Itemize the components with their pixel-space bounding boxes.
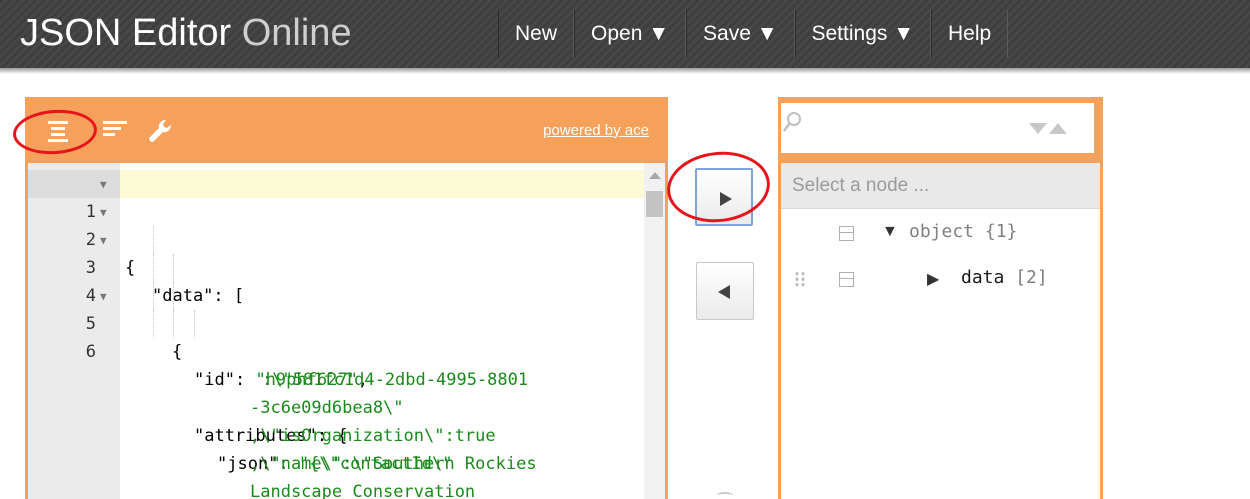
search-next-icon[interactable] bbox=[1029, 123, 1047, 134]
menu-save[interactable]: Save ▼ bbox=[686, 10, 795, 58]
search-icon[interactable] bbox=[782, 111, 802, 135]
search-box bbox=[781, 103, 1094, 153]
header-shadow bbox=[0, 68, 1250, 74]
fold-arrow-icon[interactable]: ▼ bbox=[100, 283, 107, 311]
fold-arrow-icon[interactable]: ▼ bbox=[100, 227, 107, 255]
search-input[interactable] bbox=[807, 113, 1017, 141]
search-previous-icon[interactable] bbox=[1049, 123, 1067, 134]
tree-search-bar bbox=[781, 100, 1100, 163]
code-lines: 1 ▼ { 2 ▼ "data": [ 3 ▼ { 4 "id": "h9phf… bbox=[28, 170, 644, 499]
menu-help[interactable]: Help bbox=[931, 10, 1009, 58]
node-label: data [2] bbox=[961, 267, 1048, 288]
node-count: [2] bbox=[1015, 267, 1048, 288]
fold-arrow-icon[interactable]: ▼ bbox=[100, 171, 107, 199]
fold-arrow-icon[interactable]: ▼ bbox=[100, 199, 107, 227]
code-line-wrapped: ,\"isOrganization\":true bbox=[28, 394, 644, 446]
scroll-up-icon[interactable] bbox=[649, 172, 661, 179]
code-line: 3 ▼ { bbox=[28, 226, 644, 362]
indent-guide bbox=[194, 310, 195, 338]
menu-new[interactable]: New bbox=[498, 10, 575, 58]
scroll-thumb[interactable] bbox=[646, 191, 663, 217]
indent-guide bbox=[153, 254, 154, 282]
app-logo: JSON Editor Online bbox=[20, 8, 352, 58]
code-line: 2 ▼ "data": [ bbox=[28, 198, 644, 306]
indent-guide bbox=[173, 310, 174, 338]
indent-guide bbox=[173, 282, 174, 310]
drag-handle-icon[interactable] bbox=[794, 271, 806, 287]
logo-bold: JSON Editor bbox=[20, 12, 232, 54]
code-line: 5 ▼ "attributes": { bbox=[28, 282, 644, 446]
tree-node-data[interactable]: ▶ data [2] bbox=[781, 255, 1100, 301]
header-bar: JSON Editor Online New Open ▼ Save ▼ Set… bbox=[0, 0, 1250, 74]
indent-guide bbox=[153, 282, 154, 310]
code-line: 4 "id": "h9phf627", bbox=[28, 254, 644, 390]
indent-guide bbox=[153, 226, 154, 254]
code-line: 1 ▼ { bbox=[28, 170, 644, 278]
powered-by-ace-link[interactable]: powered by ace bbox=[543, 122, 649, 139]
code-line: 6 "json": "{\"contactId\" bbox=[28, 310, 644, 474]
node-label: object {1} bbox=[909, 221, 1017, 242]
copy-to-tree-button[interactable] bbox=[695, 168, 753, 226]
context-menu-icon[interactable] bbox=[839, 272, 854, 287]
context-menu-icon[interactable] bbox=[839, 226, 854, 241]
arrow-right-icon bbox=[720, 192, 732, 206]
code-editor-panel: powered by ace 1 ▼ { 2 ▼ "data": [ 3 ▼ { bbox=[11, 97, 668, 499]
nav-placeholder: Select a node ... bbox=[792, 175, 930, 196]
code-line-wrapped: Landscape Conservation bbox=[28, 450, 644, 499]
indent-guide bbox=[153, 310, 154, 338]
code-line-wrapped: ,\"name\":\"Southern Rockies bbox=[28, 422, 644, 474]
compact-icon[interactable] bbox=[100, 118, 130, 144]
tree-view: ▼ object {1} ▶ data [2] bbox=[781, 209, 1100, 301]
menu-open[interactable]: Open ▼ bbox=[574, 10, 687, 58]
wrench-icon[interactable] bbox=[146, 118, 176, 144]
node-count: {1} bbox=[984, 221, 1018, 242]
navigation-bar[interactable]: Select a node ... bbox=[781, 163, 1100, 209]
main-menu: New Open ▼ Save ▼ Settings ▼ Help bbox=[498, 10, 1009, 58]
decorative-mark bbox=[717, 492, 733, 499]
expand-toggle-icon[interactable]: ▶ bbox=[927, 269, 939, 289]
code-line-wrapped: -3c6e09d6bea8\" bbox=[28, 366, 644, 418]
code-editor[interactable]: 1 ▼ { 2 ▼ "data": [ 3 ▼ { 4 "id": "h9phf… bbox=[28, 163, 665, 499]
arrow-left-icon bbox=[718, 285, 730, 299]
code-line-wrapped: :\"581fc1d4-2dbd-4995-8801 bbox=[28, 338, 644, 390]
format-indent-icon[interactable] bbox=[42, 118, 72, 144]
tree-node-root[interactable]: ▼ object {1} bbox=[781, 209, 1100, 255]
json-string: Landscape Conservation bbox=[250, 482, 476, 499]
node-key: data bbox=[961, 267, 1005, 288]
menu-settings[interactable]: Settings ▼ bbox=[794, 10, 931, 58]
code-toolbar: powered by ace bbox=[11, 100, 665, 163]
node-type: object bbox=[909, 221, 975, 242]
copy-to-code-button[interactable] bbox=[696, 262, 754, 320]
logo-light: Online bbox=[241, 12, 352, 54]
tree-editor-panel: Select a node ... ▼ object {1} ▶ data [2… bbox=[778, 97, 1103, 499]
indent-guide bbox=[173, 254, 174, 282]
expand-toggle-icon[interactable]: ▼ bbox=[882, 223, 898, 241]
vertical-scrollbar[interactable] bbox=[644, 163, 665, 499]
